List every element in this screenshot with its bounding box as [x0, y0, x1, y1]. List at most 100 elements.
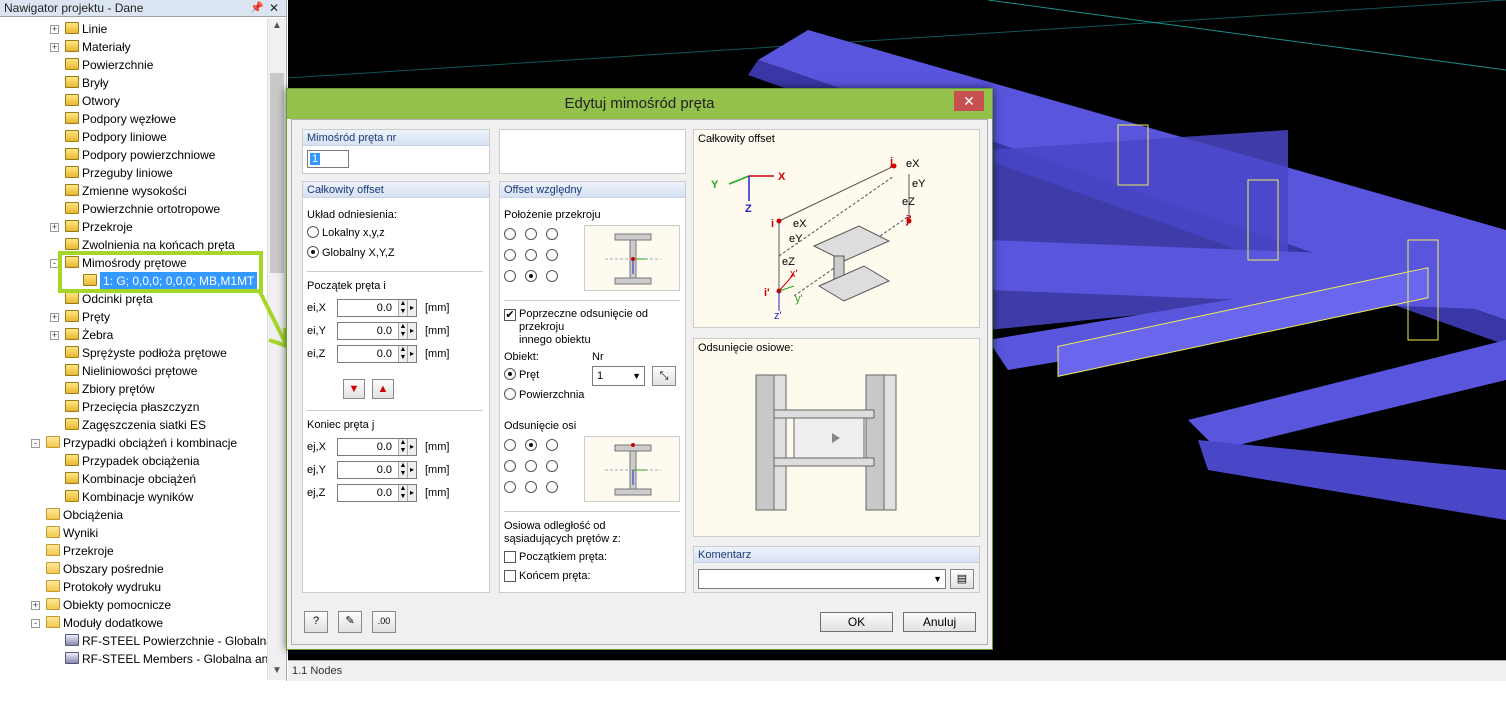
tree-item[interactable]: Zbiory prętów	[0, 380, 267, 398]
expand-icon[interactable]: +	[50, 223, 59, 232]
tree-folder[interactable]: Przekroje	[0, 542, 267, 560]
position-radio[interactable]	[525, 481, 537, 493]
number-input[interactable]: 1	[307, 150, 349, 168]
position-radio[interactable]	[546, 249, 558, 261]
tree-item[interactable]: Otwory	[0, 92, 267, 110]
edit-button[interactable]: ✎	[338, 611, 362, 633]
tree-item[interactable]: Podpory powierzchniowe	[0, 146, 267, 164]
position-radio[interactable]	[525, 460, 537, 472]
spin-menu-icon[interactable]: ▸	[407, 323, 416, 339]
spin-arrows-icon[interactable]: ▲ ▼	[398, 323, 407, 339]
expand-icon[interactable]: +	[31, 601, 40, 610]
tree-item[interactable]: Przypadek obciążenia	[0, 452, 267, 470]
member-radio[interactable]	[504, 368, 516, 380]
help-button[interactable]: ?	[304, 611, 328, 633]
spin-menu-icon[interactable]: ▸	[407, 462, 416, 478]
position-radio[interactable]	[504, 481, 516, 493]
offset-input[interactable]: 0.0 ▲ ▼ ▸	[337, 484, 417, 502]
global-radio[interactable]	[307, 246, 319, 258]
tree-item[interactable]: + Przekroje	[0, 218, 267, 236]
expand-icon[interactable]: +	[50, 25, 59, 34]
position-radio[interactable]	[504, 228, 516, 240]
tree-item[interactable]: Kombinacje wyników	[0, 488, 267, 506]
tree-item[interactable]: + Żebra	[0, 326, 267, 344]
tree-item[interactable]: Kombinacje obciążeń	[0, 470, 267, 488]
offset-input[interactable]: 0.0 ▲ ▼ ▸	[337, 438, 417, 456]
spin-menu-icon[interactable]: ▸	[407, 346, 416, 362]
tree-folder[interactable]: - Moduły dodatkowe	[0, 614, 267, 632]
position-radio[interactable]	[546, 270, 558, 282]
tree-item[interactable]: Podpory węzłowe	[0, 110, 267, 128]
tree-item[interactable]: + Pręty	[0, 308, 267, 326]
position-radio[interactable]	[546, 481, 558, 493]
tree-item[interactable]: Sprężyste podłoża prętowe	[0, 344, 267, 362]
tree-item[interactable]: + Linie	[0, 20, 267, 38]
offset-input[interactable]: 0.0 ▲ ▼ ▸	[337, 322, 417, 340]
tree-item[interactable]: Zagęszczenia siatki ES	[0, 416, 267, 434]
tree-item[interactable]: Nieliniowości prętowe	[0, 362, 267, 380]
position-radio[interactable]	[546, 439, 558, 451]
spin-arrows-icon[interactable]: ▲ ▼	[398, 485, 407, 501]
position-radio[interactable]	[546, 228, 558, 240]
expand-icon[interactable]: +	[50, 313, 59, 322]
offset-input[interactable]: 0.0 ▲ ▼ ▸	[337, 345, 417, 363]
ok-button[interactable]: OK	[820, 612, 893, 632]
spin-menu-icon[interactable]: ▸	[407, 439, 416, 455]
tree-folder[interactable]: - Przypadki obciążeń i kombinacje	[0, 434, 267, 452]
tree-item[interactable]: Zmienne wysokości	[0, 182, 267, 200]
tree-item[interactable]: Powierzchnie ortotropowe	[0, 200, 267, 218]
tree-item[interactable]: Przecięcia płaszczyzn	[0, 398, 267, 416]
tree-item[interactable]: Powierzchnie	[0, 56, 267, 74]
offset-input[interactable]: 0.0 ▲ ▼ ▸	[337, 299, 417, 317]
tree-item[interactable]: RF-STEEL Powierzchnie - Globalna	[0, 632, 267, 650]
spin-menu-icon[interactable]: ▸	[407, 485, 416, 501]
move-up-button[interactable]: ▲	[372, 379, 394, 399]
offset-input[interactable]: 0.0 ▲ ▼ ▸	[337, 461, 417, 479]
position-radio[interactable]	[504, 460, 516, 472]
tree-folder[interactable]: + Obiekty pomocnicze	[0, 596, 267, 614]
position-radio[interactable]	[525, 439, 537, 451]
comment-input[interactable]: ▼	[698, 569, 946, 589]
position-radio[interactable]	[525, 270, 537, 282]
position-radio[interactable]	[525, 228, 537, 240]
spin-menu-icon[interactable]: ▸	[407, 300, 416, 316]
close-icon[interactable]: ✕	[269, 0, 279, 16]
tree-folder[interactable]: Obciążenia	[0, 506, 267, 524]
scroll-thumb[interactable]	[270, 73, 284, 273]
position-radio[interactable]	[525, 249, 537, 261]
tree-item[interactable]: Bryły	[0, 74, 267, 92]
units-button[interactable]: .00	[372, 611, 396, 633]
spin-arrows-icon[interactable]: ▲ ▼	[398, 462, 407, 478]
tree-folder[interactable]: Wyniki	[0, 524, 267, 542]
position-radio[interactable]	[504, 270, 516, 282]
collapse-icon[interactable]: -	[31, 439, 40, 448]
transverse-offset-checkbox[interactable]: ✔	[504, 309, 516, 321]
start-member-checkbox[interactable]	[504, 551, 516, 563]
tree-folder[interactable]: Obszary pośrednie	[0, 560, 267, 578]
tree-folder[interactable]: Protokoły wydruku	[0, 578, 267, 596]
tree-item[interactable]: + Materiały	[0, 38, 267, 56]
position-radio[interactable]	[504, 249, 516, 261]
pin-icon[interactable]: 📌	[250, 0, 264, 16]
move-down-button[interactable]: ▼	[343, 379, 365, 399]
spin-arrows-icon[interactable]: ▲ ▼	[398, 439, 407, 455]
scroll-up-icon[interactable]: ▲	[272, 20, 282, 31]
spin-arrows-icon[interactable]: ▲ ▼	[398, 300, 407, 316]
cancel-button[interactable]: Anuluj	[903, 612, 976, 632]
position-radio[interactable]	[504, 439, 516, 451]
comment-library-button[interactable]: ▤	[950, 569, 974, 589]
expand-icon[interactable]: +	[50, 331, 59, 340]
pick-object-button[interactable]: ⤡	[652, 366, 676, 386]
tree-item[interactable]: Przeguby liniowe	[0, 164, 267, 182]
position-radio[interactable]	[546, 460, 558, 472]
spin-arrows-icon[interactable]: ▲ ▼	[398, 346, 407, 362]
scroll-down-icon[interactable]: ▼	[272, 665, 282, 676]
surface-radio[interactable]	[504, 388, 516, 400]
local-radio[interactable]	[307, 226, 319, 238]
tree-item[interactable]: Podpory liniowe	[0, 128, 267, 146]
tree-item[interactable]: RF-STEEL Members - Globalna ana	[0, 650, 267, 668]
expand-icon[interactable]: +	[50, 43, 59, 52]
object-number-select[interactable]: 1 ▼	[592, 366, 645, 386]
dialog-close-button[interactable]: ✕	[954, 91, 984, 111]
end-member-checkbox[interactable]	[504, 570, 516, 582]
